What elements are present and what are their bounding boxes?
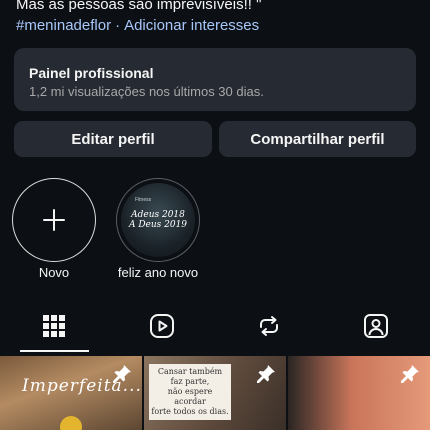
highlight-label: Novo	[38, 265, 70, 280]
note-line: faz parte,	[170, 377, 210, 386]
plus-icon	[43, 209, 65, 231]
post-note-card: Cansar também faz parte, não espere acor…	[149, 364, 231, 420]
note-line: não espere acordar	[167, 387, 213, 406]
professional-dashboard-card[interactable]: Painel profissional 1,2 mi visualizações…	[14, 48, 416, 111]
posts-grid: Imperfeita... Cansar também faz parte, n…	[0, 356, 430, 430]
dashboard-subtitle: 1,2 mi visualizações nos últimos 30 dias…	[29, 84, 264, 99]
pin-icon	[257, 365, 275, 383]
tab-reposts[interactable]	[215, 300, 322, 352]
highlight-cover-line1: Adeus 2018	[131, 210, 185, 220]
profile-tabs	[0, 300, 430, 352]
dashboard-title: Painel profissional	[29, 65, 154, 81]
reposts-icon	[259, 316, 278, 336]
post-thumbnail[interactable]	[288, 356, 430, 430]
note-line: forte todos os dias.	[151, 407, 229, 416]
pin-icon	[113, 365, 131, 383]
bio-links-row: #meninadeflor · Adicionar interesses	[16, 15, 259, 36]
grid-icon	[42, 315, 65, 337]
bio-text: Mas as pessoas são imprevisíveis!! "	[16, 0, 262, 13]
note-line: Cansar também	[157, 367, 223, 376]
highlight-label: feliz ano novo	[117, 265, 199, 280]
highlight-feliz-ano-novo[interactable]: Fitness Adeus 2018 A Deus 2019 feliz ano…	[112, 178, 204, 280]
tab-reels[interactable]	[108, 300, 215, 352]
bio-hashtag-link[interactable]: #meninadeflor	[16, 17, 111, 34]
profile-screen: Mas as pessoas são imprevisíveis!! " #me…	[0, 0, 430, 430]
highlight-cover-small-text: Fitness	[135, 197, 152, 203]
add-interests-link[interactable]: Adicionar interesses	[124, 17, 259, 34]
flower-image	[60, 416, 82, 430]
post-thumbnail[interactable]: Imperfeita...	[0, 356, 142, 430]
new-highlight-circle[interactable]	[12, 178, 96, 262]
tab-posts-grid[interactable]	[0, 300, 107, 352]
pin-icon	[401, 365, 419, 383]
highlight-cover-line2: A Deus 2019	[128, 220, 188, 230]
bio-separator: ·	[115, 17, 121, 34]
highlight-cover-image: Fitness Adeus 2018 A Deus 2019	[121, 183, 195, 257]
edit-profile-button[interactable]: Editar perfil	[14, 121, 212, 157]
selected-tab-indicator	[20, 350, 89, 352]
tagged-icon	[363, 314, 388, 338]
highlight-new[interactable]: Novo	[11, 178, 97, 280]
post-thumbnail[interactable]: Cansar também faz parte, não espere acor…	[144, 356, 286, 430]
highlight-ring[interactable]: Fitness Adeus 2018 A Deus 2019	[116, 178, 200, 262]
reels-icon	[149, 314, 174, 338]
tab-tagged[interactable]	[322, 300, 429, 352]
share-profile-button[interactable]: Compartilhar perfil	[219, 121, 416, 157]
